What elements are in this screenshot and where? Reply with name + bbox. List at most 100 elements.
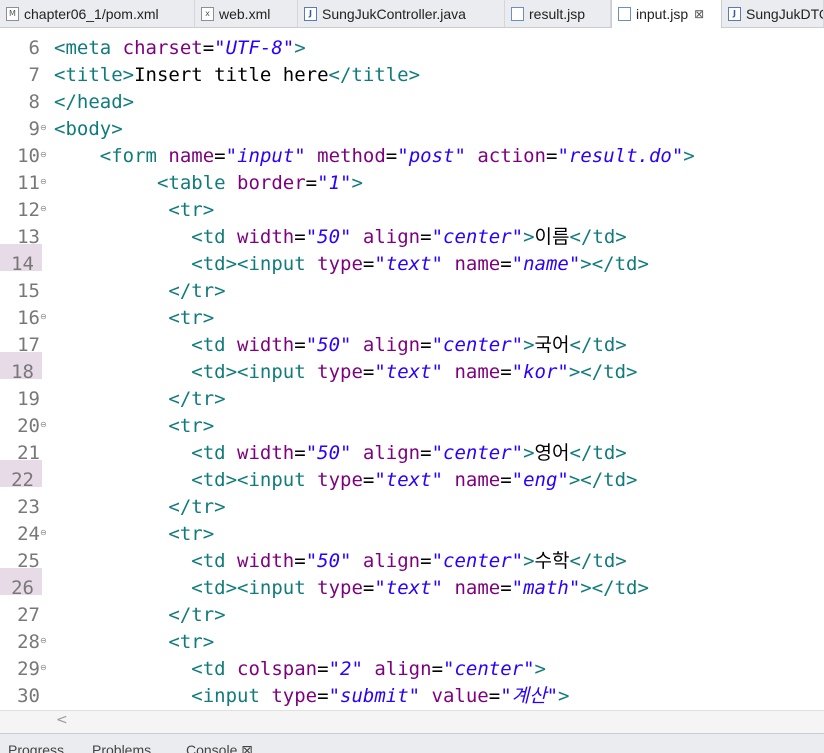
- code-line[interactable]: <td width="50" align="center">이름</td>: [54, 217, 626, 248]
- tab-sungjukcontroller-java[interactable]: J SungJukController.java: [298, 0, 505, 27]
- jsp-file-icon: [618, 7, 631, 21]
- code-line[interactable]: <td><input type="text" name="name"></td>: [54, 244, 649, 275]
- code-line[interactable]: <body>: [54, 109, 123, 140]
- code-line[interactable]: <form name="input" method="post" action=…: [54, 136, 695, 167]
- code-line[interactable]: <td><input type="text" name="math"></td>: [54, 568, 649, 599]
- line-number-gutter: 26: [0, 568, 42, 599]
- fold-toggle-icon[interactable]: ⊖: [40, 421, 48, 429]
- code-line[interactable]: <tr>: [54, 622, 214, 653]
- code-line[interactable]: <tr>: [54, 190, 214, 221]
- tab-sungjukdto[interactable]: J SungJukDTO: [722, 0, 824, 27]
- code-token: <input: [191, 685, 272, 707]
- tab-result-jsp[interactable]: result.jsp: [505, 0, 611, 27]
- code-line[interactable]: </head>: [54, 82, 134, 113]
- tab-label: SungJukController.java: [322, 5, 466, 22]
- code-line[interactable]: <td width="50" align="center">수학</td>: [54, 541, 626, 572]
- scroll-left-arrow-icon[interactable]: <: [56, 712, 68, 728]
- line-number-gutter: 8: [0, 82, 48, 113]
- tab-label: result.jsp: [529, 5, 586, 22]
- code-token: =: [362, 577, 375, 599]
- line-number-gutter: 21: [0, 433, 48, 464]
- code-line[interactable]: <td><input type="text" name="kor"></td>: [54, 352, 637, 383]
- fold-toggle-icon[interactable]: ⊖: [40, 664, 48, 672]
- bottom-tab-console[interactable]: Console ⊠: [186, 742, 253, 753]
- line-number-gutter: 15: [0, 271, 48, 302]
- code-token: =: [317, 685, 329, 707]
- code-line[interactable]: <tr>: [54, 406, 214, 437]
- tab-label: web.xml: [219, 5, 271, 22]
- fold-toggle-icon[interactable]: ⊖: [40, 178, 48, 186]
- line-number-gutter: 10 ⊖: [0, 136, 48, 167]
- tab-chapter06-1-pom-xml[interactable]: Mchapter06_1/pom.xml: [0, 0, 195, 27]
- code-token: type: [271, 685, 318, 707]
- code-line[interactable]: <tr>: [54, 298, 214, 329]
- code-line[interactable]: <tr>: [54, 514, 214, 545]
- code-line[interactable]: <td width="50" align="center">영어</td>: [54, 433, 626, 464]
- code-token: "math": [511, 577, 581, 599]
- tab-web-xml[interactable]: x web.xml: [195, 0, 298, 27]
- code-token: =: [500, 361, 512, 383]
- fold-toggle-icon[interactable]: ⊖: [40, 529, 48, 537]
- code-line[interactable]: <input type="submit" value="계산">: [54, 676, 569, 707]
- code-token: ></td>: [580, 577, 649, 599]
- line-number-gutter: 13: [0, 217, 48, 248]
- code-token: >: [558, 685, 570, 707]
- code-token: "post": [397, 145, 466, 167]
- code-line[interactable]: <meta charset="UTF-8">: [54, 28, 306, 59]
- bottom-tab-progress[interactable]: Progress: [8, 742, 64, 753]
- editor-tab-bar: Mchapter06_1/pom.xml x web.xml J SungJukCont…: [0, 0, 824, 28]
- code-line[interactable]: <td colspan="2" align="center">: [54, 649, 546, 680]
- fold-toggle-icon[interactable]: ⊖: [40, 124, 48, 132]
- code-line[interactable]: </tr>: [54, 487, 225, 518]
- code-line[interactable]: <title>Insert title here</title>: [54, 55, 420, 86]
- fold-toggle-icon[interactable]: ⊖: [40, 205, 48, 213]
- fold-toggle-icon[interactable]: ⊖: [40, 313, 48, 321]
- bottom-panel-tab-bar: Progress Problems Console ⊠: [0, 733, 824, 753]
- fold-toggle-icon[interactable]: ⊖: [40, 637, 48, 645]
- code-token: >: [351, 172, 363, 194]
- code-token: type: [317, 577, 363, 599]
- line-number-gutter: 7: [0, 55, 48, 86]
- code-line[interactable]: </tr>: [54, 379, 225, 410]
- line-number-gutter: 12 ⊖: [0, 190, 48, 221]
- close-tab-icon[interactable]: ⊠: [694, 7, 704, 21]
- fold-toggle-icon[interactable]: ⊖: [40, 151, 48, 159]
- code-line[interactable]: <table border="1">: [54, 163, 363, 194]
- code-token: =: [488, 685, 501, 707]
- code-token: =: [500, 469, 512, 491]
- code-token: "submit": [328, 685, 421, 707]
- code-token: =: [385, 145, 398, 167]
- tab-label: input.jsp: [636, 6, 689, 22]
- code-token: "1": [317, 172, 352, 194]
- code-token: type: [317, 361, 363, 383]
- line-number: 30: [17, 685, 40, 707]
- jsp-file-icon: [511, 6, 524, 21]
- code-token: =: [545, 145, 558, 167]
- horizontal-scrollbar[interactable]: <: [0, 710, 824, 733]
- code-line[interactable]: <td width="50" align="center">국어</td>: [54, 325, 626, 356]
- bottom-tab-problems[interactable]: Problems: [92, 742, 151, 753]
- code-token: name: [454, 577, 501, 599]
- code-token: type: [317, 253, 363, 275]
- line-number-gutter: 16 ⊖: [0, 298, 48, 329]
- xml-file-icon: x: [201, 6, 214, 21]
- tab-label: chapter06_1/pom.xml: [24, 5, 159, 22]
- code-token: ></td>: [580, 253, 649, 275]
- code-editor[interactable]: 6 <meta charset="UTF-8"> 7 <title>Insert ti…: [0, 28, 824, 710]
- line-number-gutter: 24 ⊖: [0, 514, 48, 545]
- code-token: name: [454, 253, 501, 275]
- line-number-gutter: 17: [0, 325, 48, 356]
- tab-label: SungJukDTO: [746, 5, 824, 22]
- code-line[interactable]: </tr>: [54, 595, 225, 626]
- code-token: =: [362, 469, 375, 491]
- line-number-gutter: 6: [0, 28, 48, 59]
- code-line[interactable]: <td><input type="text" name="eng"></td>: [54, 460, 637, 491]
- code-line[interactable]: </tr>: [54, 271, 225, 302]
- tab-input-jsp[interactable]: input.jsp ⊠: [611, 0, 722, 28]
